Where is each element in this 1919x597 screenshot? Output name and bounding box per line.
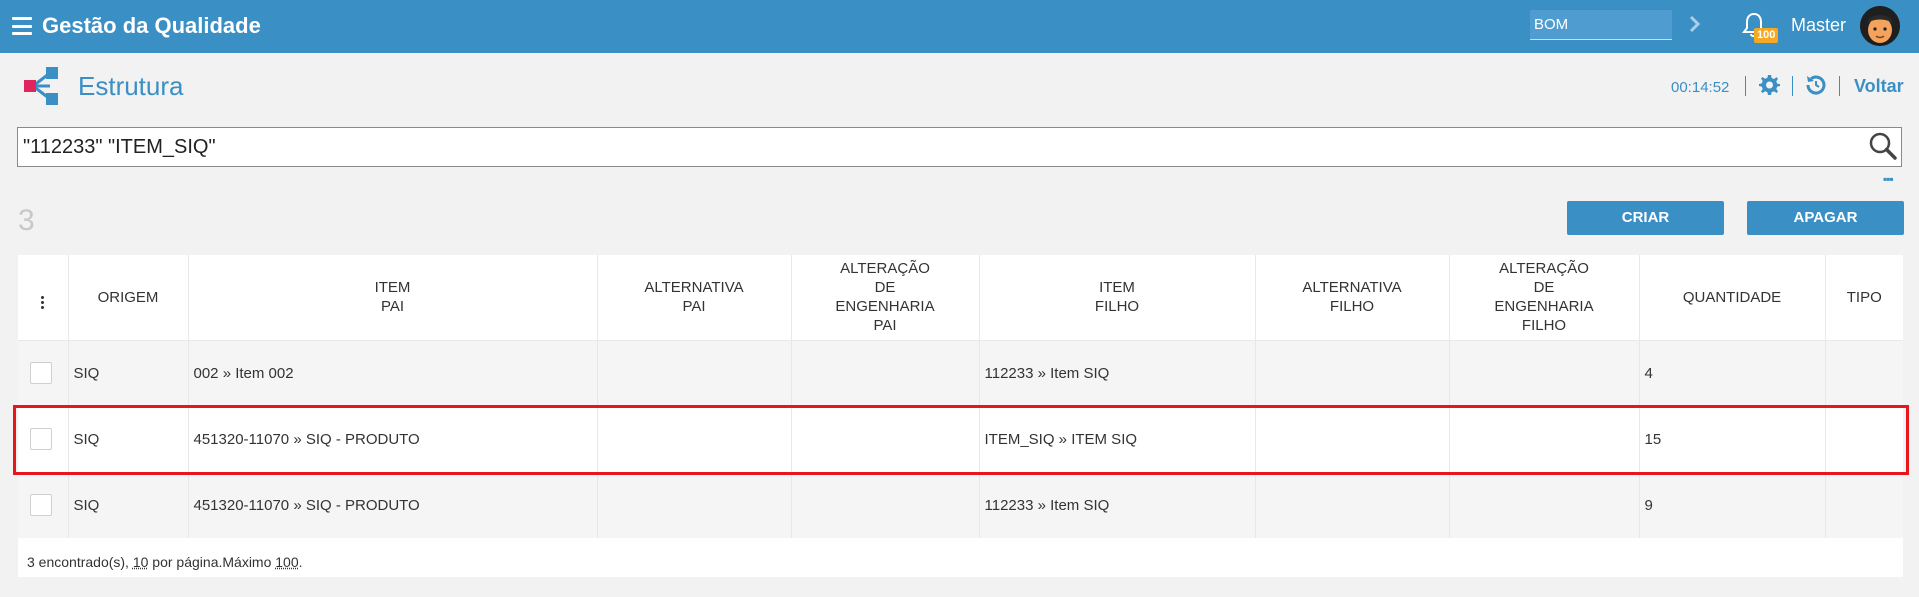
cell-alternativa-filho [1255,406,1450,472]
cell-tipo [1825,406,1903,472]
cell-quantidade: 15 [1639,406,1826,472]
cell-alternativa-pai [597,472,792,538]
cell-tipo [1825,340,1903,406]
cell-engenharia-filho [1449,340,1640,406]
divider [1792,76,1793,96]
cell-item-filho: 112233 » Item SIQ [979,472,1256,538]
row-checkbox[interactable] [30,428,52,450]
cell-tipo [1825,472,1903,538]
delete-button[interactable]: APAGAR [1747,201,1904,235]
session-timer: 00:14:52 [1671,79,1730,96]
column-header[interactable]: QUANTIDADE [1639,255,1826,341]
result-count: 3 [18,204,35,237]
app-title: Gestão da Qualidade [42,13,261,38]
cell-quantidade: 4 [1639,340,1826,406]
column-header[interactable]: TIPO [1825,255,1903,341]
table-header-row: ORIGEM ITEM PAI ALTERNATIVA PAI ALTERAÇÃ… [18,255,1903,341]
cell-engenharia-pai [791,340,980,406]
table-row[interactable]: SIQ 451320-11070 » SIQ - PRODUTO ITEM_SI… [18,406,1903,472]
row-checkbox[interactable] [30,494,52,516]
cell-engenharia-pai [791,472,980,538]
cell-item-pai: 451320-11070 » SIQ - PRODUTO [188,472,598,538]
menu-icon[interactable] [12,17,32,35]
cell-item-filho: 112233 » Item SIQ [979,340,1256,406]
module-input[interactable] [1530,10,1672,40]
column-header[interactable]: ALTERAÇÃO DE ENGENHARIA FILHO [1449,255,1640,341]
cell-origem: SIQ [68,472,189,538]
search-box [17,127,1902,167]
cell-item-pai: 002 » Item 002 [188,340,598,406]
results-table: ORIGEM ITEM PAI ALTERNATIVA PAI ALTERAÇÃ… [18,255,1903,577]
cell-origem: SIQ [68,340,189,406]
table-row[interactable]: SIQ 002 » Item 002 112233 » Item SIQ 4 [18,340,1903,406]
pagination-info: 3 encontrado(s), 10 por página.Máximo 10… [27,554,303,570]
page-title: Estrutura [78,71,184,101]
per-page-link[interactable]: 10 [133,554,149,570]
cell-origem: SIQ [68,406,189,472]
chevron-right-icon[interactable] [1686,12,1704,36]
notification-badge: 100 [1754,28,1779,43]
column-header[interactable]: ALTERNATIVA PAI [597,255,792,341]
cell-quantidade: 9 [1639,472,1826,538]
column-header[interactable]: ITEM FILHO [979,255,1256,341]
kebab-menu-icon[interactable] [41,296,45,310]
footer-suffix: . [298,554,303,570]
cell-alternativa-pai [597,340,792,406]
search-icon[interactable] [1868,131,1898,161]
cell-alternativa-filho [1255,472,1450,538]
avatar[interactable] [1860,6,1900,46]
cell-alternativa-filho [1255,340,1450,406]
divider [1839,76,1840,96]
top-bar: Gestão da Qualidade 100 Master [0,0,1919,53]
structure-icon [24,67,58,105]
cell-engenharia-filho [1449,472,1640,538]
more-options-icon[interactable]: ▪▪▪ [1883,173,1894,185]
user-name[interactable]: Master [1791,15,1846,36]
table-row[interactable]: SIQ 451320-11070 » SIQ - PRODUTO 112233 … [18,472,1903,538]
history-icon[interactable] [1804,73,1828,97]
create-button[interactable]: CRIAR [1567,201,1724,235]
footer-middle: por página.Máximo [148,554,276,570]
footer-prefix: 3 encontrado(s), [27,554,133,570]
column-header[interactable]: ORIGEM [68,255,189,341]
column-menu[interactable] [18,255,69,341]
cell-engenharia-pai [791,406,980,472]
divider [1745,76,1746,96]
back-link[interactable]: Voltar [1854,76,1904,97]
cell-alternativa-pai [597,406,792,472]
cell-engenharia-filho [1449,406,1640,472]
row-checkbox[interactable] [30,362,52,385]
cell-item-filho: ITEM_SIQ » ITEM SIQ [979,406,1256,472]
column-header[interactable]: ALTERNATIVA FILHO [1255,255,1450,341]
gear-icon[interactable] [1757,73,1781,97]
column-header[interactable]: ITEM PAI [188,255,598,341]
search-input[interactable] [20,130,1850,164]
column-header[interactable]: ALTERAÇÃO DE ENGENHARIA PAI [791,255,980,341]
max-link[interactable]: 100 [275,554,298,570]
cell-item-pai: 451320-11070 » SIQ - PRODUTO [188,406,598,472]
